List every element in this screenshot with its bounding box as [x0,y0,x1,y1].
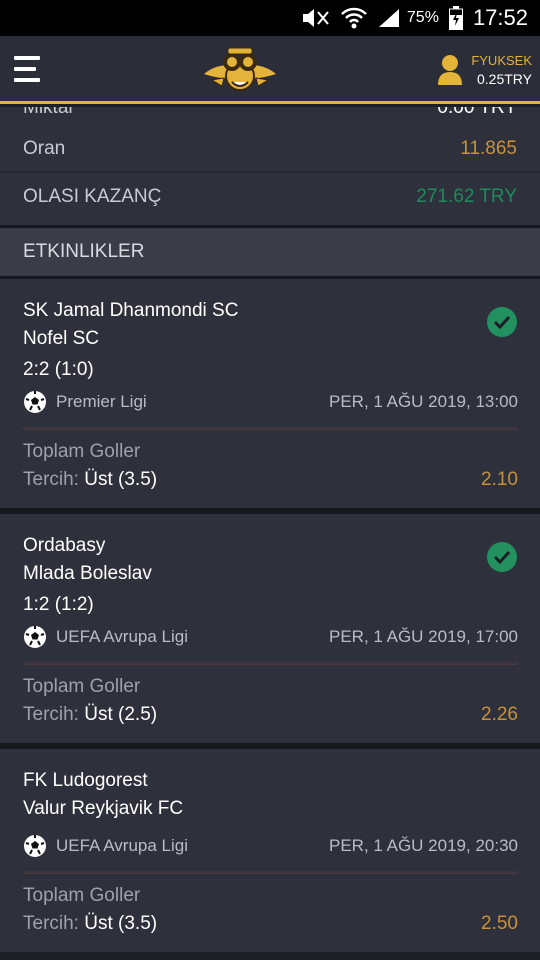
match-score: 1:2 (1:2) [23,594,94,615]
signal-icon [377,7,401,29]
odd-value: 2.26 [481,704,518,725]
pick-value: Üst (3.5) [84,913,158,934]
market-name: Toplam Goller [23,885,141,906]
pick-label: Tercih: [23,913,79,934]
league-name: UEFA Avrupa Ligi [56,836,188,855]
events-section-title: ETKINLIKLER [0,228,540,276]
away-team: Nofel SC [23,328,100,349]
pick-value: Üst (3.5) [84,469,158,490]
wifi-icon [341,7,367,29]
kazanc-value: 271.62 TRY [416,186,517,207]
pick-label: Tercih: [23,469,79,490]
market-name: Toplam Goller [23,676,141,697]
oran-label: Oran [23,138,66,159]
won-check-icon [487,542,517,572]
away-team: Valur Reykjavik FC [23,798,184,819]
clock: 17:52 [472,5,528,30]
soccer-ball-icon [23,625,47,649]
section-title: ETKINLIKLER [23,241,145,262]
oran-value: 11.865 [460,138,517,159]
user-balance: 0.25TRY [477,71,532,87]
battery-charging-icon [448,6,463,30]
event-card[interactable]: SK Jamal Dhanmondi SC Nofel SC 2:2 (1:0)… [0,276,540,508]
soccer-ball-icon [23,390,47,414]
home-team: Ordabasy [23,535,106,556]
event-datetime: PER, 1 AĞU 2019, 20:30 [328,836,518,855]
miktar-label: Miktar [23,107,75,118]
miktar-value: 0.00 TRY [437,107,517,118]
battery-percent: 75% [406,9,439,26]
soccer-ball-icon [23,834,47,858]
bet-summary: Miktar 0.00 TRY Oran 11.865 OLASI KAZANÇ… [0,107,540,225]
pick-value: Üst (2.5) [84,704,158,725]
event-card[interactable]: Ordabasy Mlada Boleslav 1:2 (1:2) UEFA A… [0,508,540,743]
won-check-icon [487,307,517,337]
home-team: FK Ludogorest [23,770,148,791]
home-team: SK Jamal Dhanmondi SC [23,300,239,321]
odd-value: 2.50 [481,913,518,934]
mute-icon [301,8,331,28]
event-datetime: PER, 1 AĞU 2019, 13:00 [328,392,518,411]
status-bar: 75% 17:52 [0,0,540,36]
league-name: UEFA Avrupa Ligi [56,627,188,646]
event-datetime: PER, 1 AĞU 2019, 17:00 [328,627,518,646]
pick-label: Tercih: [23,704,79,725]
user-icon [437,54,463,86]
market-name: Toplam Goller [23,441,141,462]
bet-detail-content[interactable]: Miktar 0.00 TRY Oran 11.865 OLASI KAZANÇ… [0,107,540,960]
league-name: Premier Ligi [56,392,147,411]
kazanc-label: OLASI KAZANÇ [23,186,162,207]
app-header: FYUKSEK 0.25TRY [0,36,540,104]
match-score: 2:2 (1:0) [23,359,94,380]
user-account[interactable]: FYUKSEK 0.25TRY [437,50,532,90]
username: FYUKSEK [471,53,532,68]
away-team: Mlada Boleslav [23,563,152,584]
divider [0,171,540,173]
mascot-logo-icon[interactable] [198,44,282,96]
event-card[interactable]: FK Ludogorest Valur Reykjavik FC UEFA Av… [0,743,540,952]
hamburger-icon[interactable] [14,56,40,82]
odd-value: 2.10 [481,469,518,490]
